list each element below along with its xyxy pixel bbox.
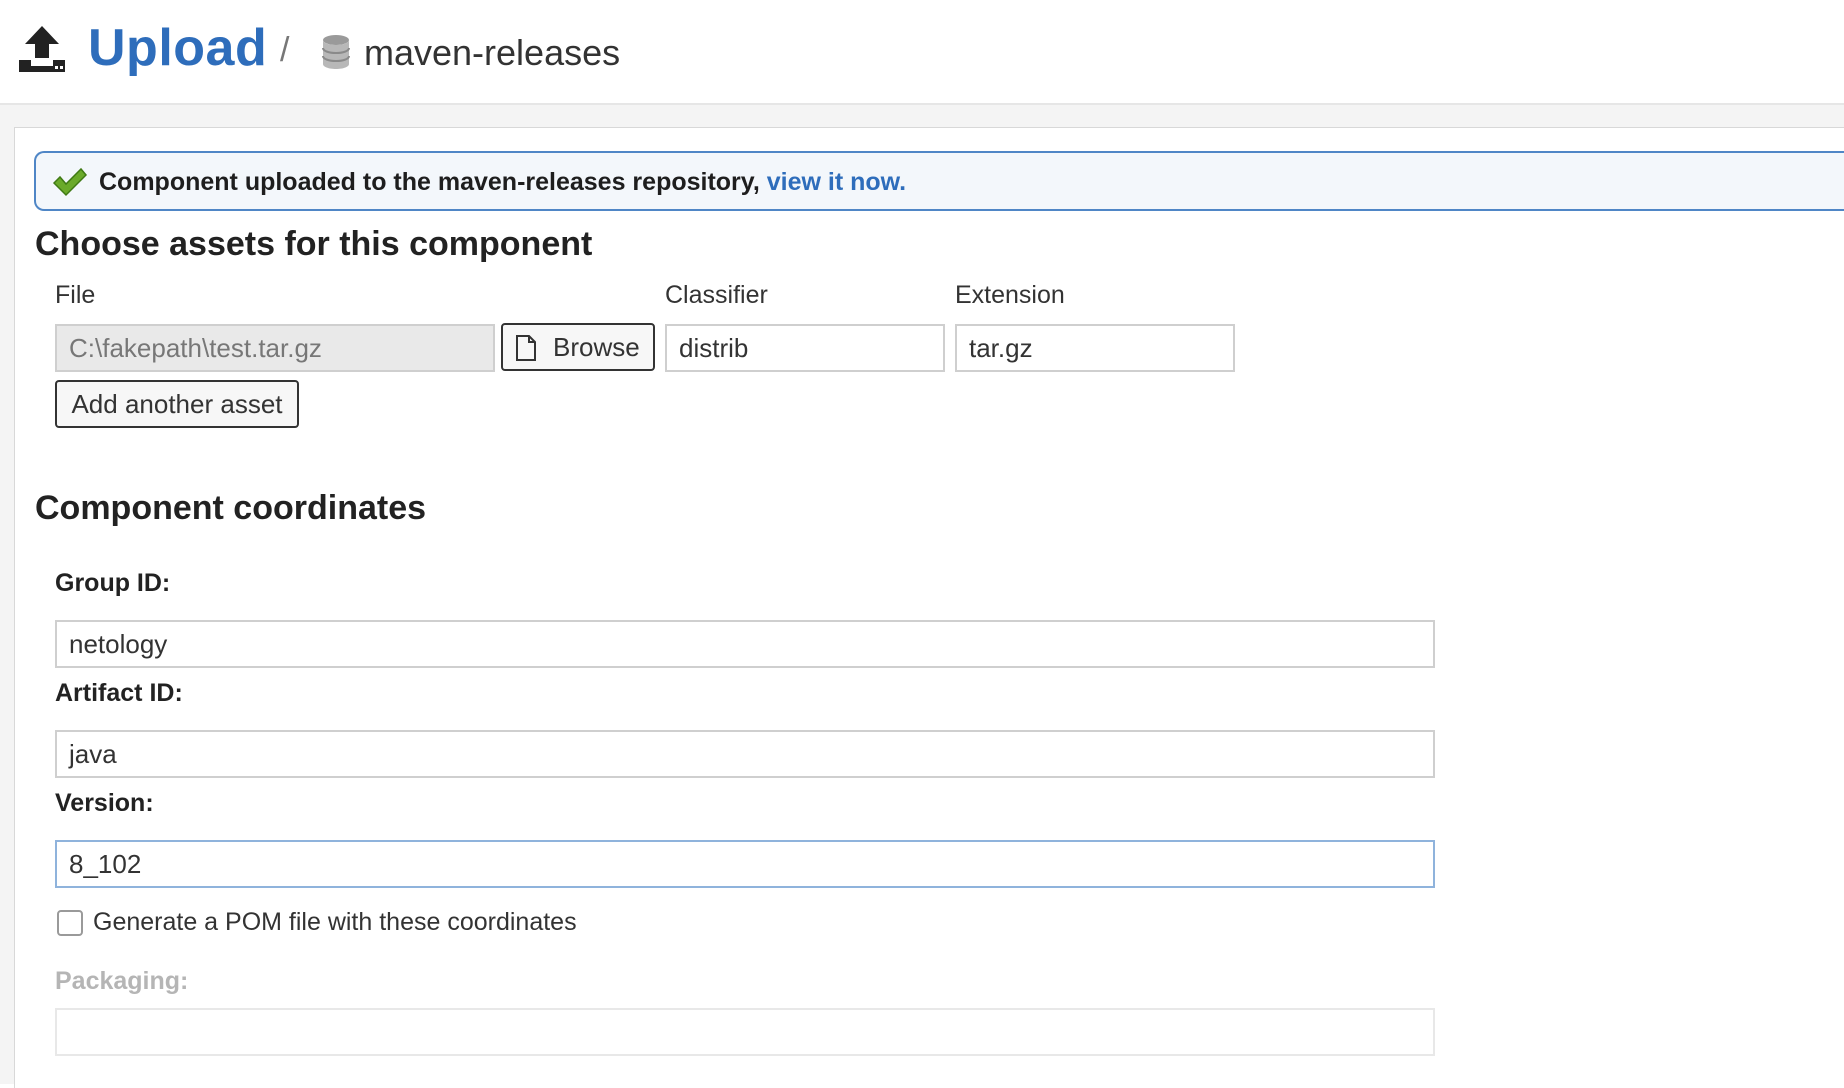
generate-pom-label[interactable]: Generate a POM file with these coordinat… — [93, 907, 577, 937]
success-alert: Component uploaded to the maven-releases… — [34, 151, 1844, 211]
classifier-column-label: Classifier — [665, 281, 768, 309]
generate-pom-checkbox[interactable] — [57, 910, 83, 936]
version-input[interactable]: 8_102 — [55, 840, 1435, 888]
page-header: Upload / maven-releases — [0, 0, 1844, 105]
upload-icon — [19, 26, 65, 72]
alert-message-text: Component uploaded to the maven-releases… — [99, 168, 760, 196]
check-icon — [52, 167, 88, 197]
file-path-input[interactable]: C:\fakepath\test.tar.gz — [55, 324, 495, 372]
view-component-link[interactable]: view it now. — [767, 168, 906, 196]
breadcrumb-repository[interactable]: maven-releases — [364, 32, 620, 74]
page-title: Upload — [88, 19, 268, 77]
packaging-label: Packaging: — [55, 967, 189, 995]
browse-button-label: Browse — [553, 332, 640, 362]
artifact-id-input[interactable]: java — [55, 730, 1435, 778]
coordinates-heading: Component coordinates — [35, 489, 427, 527]
extension-input[interactable]: tar.gz — [955, 324, 1235, 372]
artifact-id-label: Artifact ID: — [55, 679, 183, 707]
content-area: Component uploaded to the maven-releases… — [0, 105, 1844, 1088]
version-label: Version: — [55, 789, 154, 817]
group-id-label: Group ID: — [55, 569, 171, 597]
add-asset-button[interactable]: Add another asset — [55, 380, 299, 428]
assets-heading: Choose assets for this component — [35, 225, 593, 263]
file-column-label: File — [55, 281, 96, 309]
classifier-input[interactable]: distrib — [665, 324, 945, 372]
browse-button[interactable]: Browse — [501, 323, 655, 371]
upload-form-panel: Component uploaded to the maven-releases… — [14, 127, 1844, 1088]
file-icon — [516, 335, 536, 361]
breadcrumb-separator: / — [280, 31, 290, 69]
database-icon — [322, 35, 350, 69]
alert-message: Component uploaded to the maven-releases… — [99, 167, 906, 197]
packaging-input — [55, 1008, 1435, 1056]
extension-column-label: Extension — [955, 281, 1065, 309]
group-id-input[interactable]: netology — [55, 620, 1435, 668]
